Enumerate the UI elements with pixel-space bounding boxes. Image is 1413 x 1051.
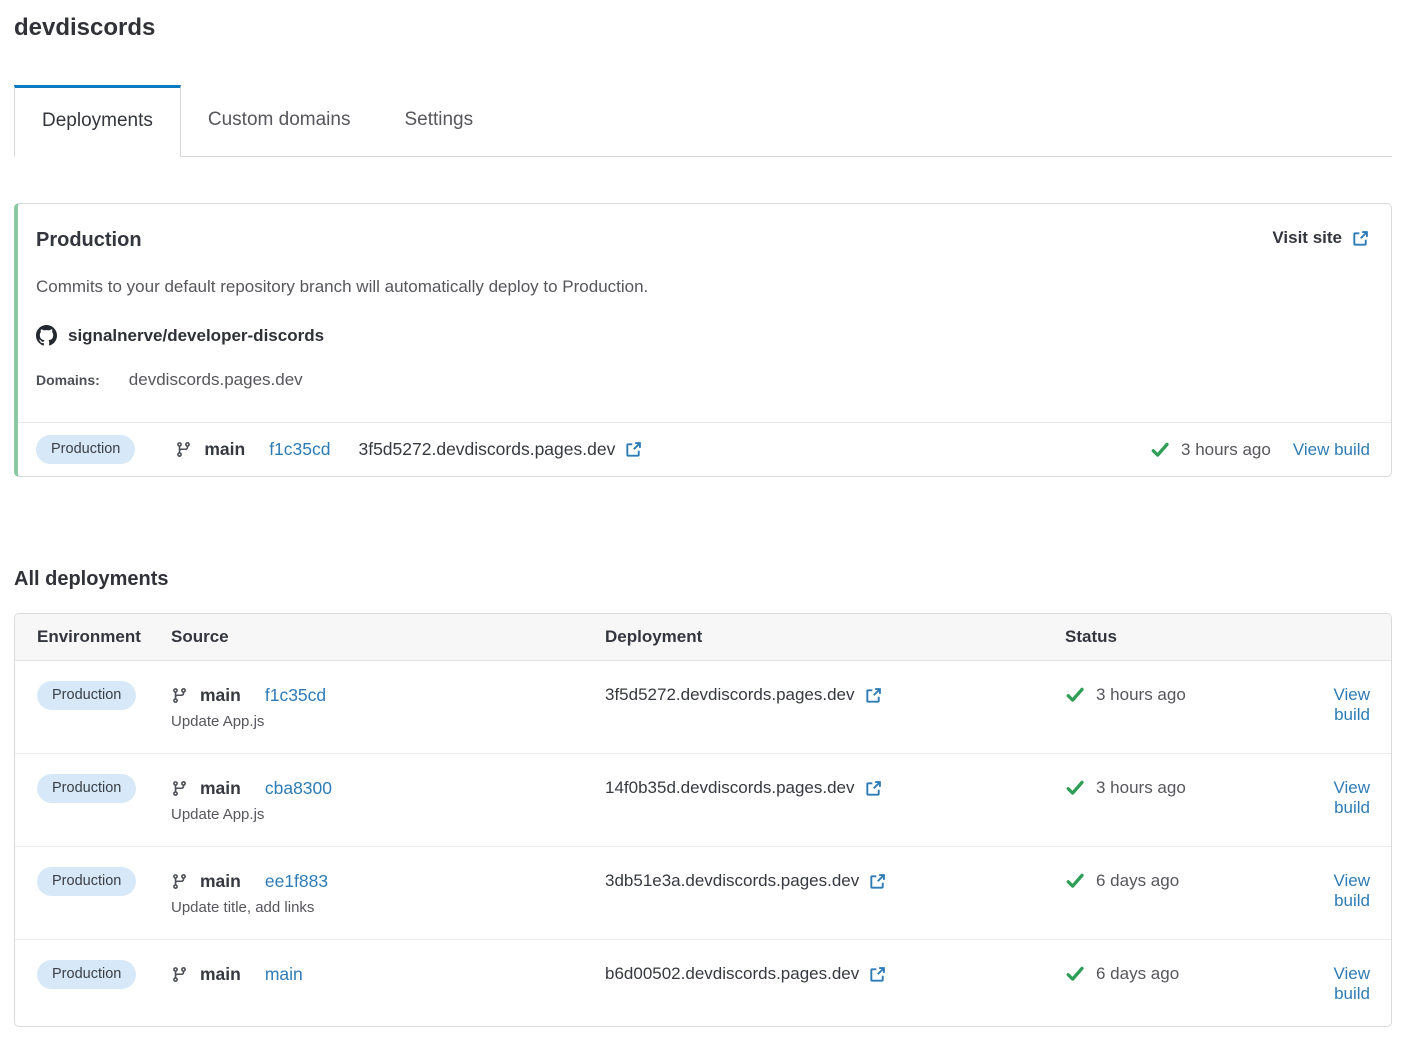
commit-link[interactable]: cba8300	[265, 778, 332, 799]
deployment-url: b6d00502.devdiscords.pages.dev	[605, 964, 859, 984]
source-cell: main cba8300 Update App.js	[171, 774, 605, 824]
external-link-icon	[864, 779, 883, 798]
git-branch-icon	[171, 687, 188, 704]
source-cell: main ee1f883 Update title, add links	[171, 867, 605, 917]
tab-bar: Deployments Custom domains Settings	[14, 85, 1392, 157]
table-header: Environment Source Deployment Status	[15, 614, 1391, 661]
column-header-environment: Environment	[37, 627, 171, 647]
status-time: 3 hours ago	[1096, 685, 1186, 705]
status-cell: 3 hours ago	[1065, 774, 1295, 798]
commit-message: Update title, add links	[171, 899, 605, 917]
view-build-link[interactable]: View build	[1295, 681, 1370, 725]
production-card-title: Production	[36, 228, 142, 252]
status-time: 6 days ago	[1096, 964, 1179, 984]
environment-badge: Production	[36, 435, 135, 464]
environment-badge: Production	[37, 960, 136, 989]
tab[interactable]: Settings	[377, 85, 500, 156]
source-cell: main main	[171, 960, 605, 985]
external-link-icon	[864, 686, 883, 705]
page: devdiscords Deployments Custom domains S…	[0, 14, 1413, 1027]
environment-cell: Production	[37, 960, 171, 989]
environment-badge: Production	[37, 681, 136, 710]
view-build-link[interactable]: View build	[1293, 440, 1370, 460]
all-deployments-title: All deployments	[14, 567, 1392, 592]
external-link-icon	[868, 872, 887, 891]
table-row: Production main f1c35cd Update App.js 3f…	[15, 661, 1391, 753]
production-card: Production Visit site Commits to your de…	[14, 203, 1392, 477]
status-time: 3 hours ago	[1181, 440, 1271, 460]
deployment-url-link[interactable]: 14f0b35d.devdiscords.pages.dev	[605, 774, 1065, 798]
deployment-url-link[interactable]: 3f5d5272.devdiscords.pages.dev	[358, 439, 643, 460]
commit-link[interactable]: ee1f883	[265, 871, 328, 892]
status-time: 6 days ago	[1096, 871, 1179, 891]
table-row: Production main main b6d00502.devdiscord…	[15, 939, 1391, 1026]
visit-site-link[interactable]: Visit site	[1272, 228, 1370, 248]
domains-value: devdiscords.pages.dev	[129, 370, 303, 390]
commit-message: Update App.js	[171, 806, 605, 824]
external-link-icon	[624, 440, 643, 459]
deployment-url: 3f5d5272.devdiscords.pages.dev	[358, 439, 615, 460]
commit-link[interactable]: f1c35cd	[265, 685, 326, 706]
status-cell: 6 days ago	[1065, 960, 1295, 984]
git-branch-icon	[171, 780, 188, 797]
external-link-icon	[1351, 229, 1370, 248]
branch-name: main	[204, 439, 245, 460]
status-time: 3 hours ago	[1096, 778, 1186, 798]
repository-name: signalnerve/developer-discords	[68, 326, 324, 346]
check-icon	[1065, 964, 1085, 984]
environment-badge: Production	[37, 867, 136, 896]
view-build-link[interactable]: View build	[1295, 867, 1370, 911]
visit-site-label: Visit site	[1272, 228, 1342, 248]
source-cell: main f1c35cd Update App.js	[171, 681, 605, 731]
git-branch-icon	[175, 441, 192, 458]
column-header-deployment: Deployment	[605, 627, 1065, 647]
deployment-url: 3f5d5272.devdiscords.pages.dev	[605, 685, 855, 705]
page-title: devdiscords	[14, 14, 1392, 42]
domains-label: Domains:	[36, 372, 100, 388]
github-icon	[36, 325, 57, 346]
table-row: Production main ee1f883 Update title, ad…	[15, 846, 1391, 939]
commit-link[interactable]: f1c35cd	[269, 439, 330, 460]
environment-cell: Production	[37, 774, 171, 803]
environment-cell: Production	[37, 681, 171, 710]
environment-badge: Production	[37, 774, 136, 803]
check-icon	[1150, 440, 1170, 460]
deployment-url-link[interactable]: b6d00502.devdiscords.pages.dev	[605, 960, 1065, 984]
view-build-link[interactable]: View build	[1295, 774, 1370, 818]
deployment-url: 14f0b35d.devdiscords.pages.dev	[605, 778, 855, 798]
check-icon	[1065, 871, 1085, 891]
branch-name: main	[200, 778, 241, 799]
commit-link[interactable]: main	[265, 964, 303, 985]
deployment-url-link[interactable]: 3f5d5272.devdiscords.pages.dev	[605, 681, 1065, 705]
tab[interactable]: Custom domains	[181, 85, 378, 156]
tab[interactable]: Deployments	[14, 85, 181, 157]
table-row: Production main cba8300 Update App.js 14…	[15, 753, 1391, 846]
deployment-url-link[interactable]: 3db51e3a.devdiscords.pages.dev	[605, 867, 1065, 891]
environment-cell: Production	[37, 867, 171, 896]
check-icon	[1065, 778, 1085, 798]
check-icon	[1065, 685, 1085, 705]
git-branch-icon	[171, 873, 188, 890]
status-cell: 3 hours ago	[1065, 681, 1295, 705]
external-link-icon	[868, 965, 887, 984]
production-description: Commits to your default repository branc…	[36, 276, 1370, 297]
column-header-source: Source	[171, 627, 605, 647]
branch-name: main	[200, 871, 241, 892]
commit-message: Update App.js	[171, 713, 605, 731]
status-cell: 6 days ago	[1065, 867, 1295, 891]
branch-name: main	[200, 685, 241, 706]
git-branch-icon	[171, 966, 188, 983]
repository-link[interactable]: signalnerve/developer-discords	[36, 325, 1370, 346]
deployment-url: 3db51e3a.devdiscords.pages.dev	[605, 871, 859, 891]
deployments-table: Environment Source Deployment Status Pro…	[14, 613, 1392, 1027]
branch-name: main	[200, 964, 241, 985]
view-build-link[interactable]: View build	[1295, 960, 1370, 1004]
production-deployment-row: Production main f1c35cd 3f5d5272.devdisc…	[18, 422, 1391, 476]
column-header-status: Status	[1065, 627, 1370, 647]
domains-row: Domains: devdiscords.pages.dev	[36, 370, 1370, 390]
